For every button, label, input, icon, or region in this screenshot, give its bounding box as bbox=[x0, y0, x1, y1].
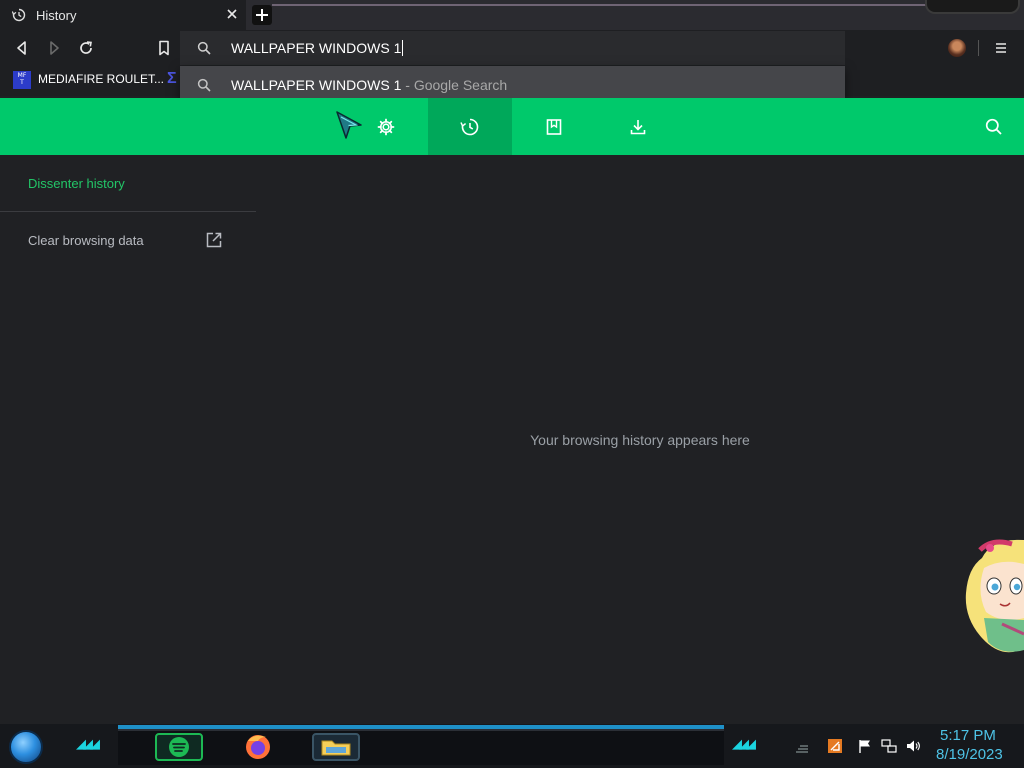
taskbar-frame bbox=[118, 729, 724, 765]
new-tab-button[interactable] bbox=[252, 5, 272, 25]
history-nav-bar bbox=[0, 98, 1024, 155]
text-caret bbox=[402, 40, 404, 56]
volume-icon[interactable] bbox=[905, 738, 921, 754]
spotify-icon bbox=[169, 737, 189, 757]
sidebar-item-dissenter-history[interactable]: Dissenter history bbox=[28, 176, 125, 191]
flag-icon[interactable] bbox=[857, 738, 873, 754]
spotify-taskbar-button[interactable] bbox=[155, 733, 203, 761]
hamburger-menu-icon[interactable] bbox=[994, 41, 1008, 55]
search-icon bbox=[197, 41, 211, 55]
bookmark-item-mediafire[interactable]: MEDIAFIRE ROULET... bbox=[38, 72, 164, 86]
plus-icon bbox=[256, 9, 268, 21]
suggestion-separator: - bbox=[401, 77, 414, 93]
download-icon[interactable] bbox=[628, 117, 648, 137]
start-button[interactable] bbox=[9, 730, 43, 764]
tab-title: History bbox=[36, 8, 77, 23]
toolbar-divider bbox=[978, 40, 979, 56]
bookmark-icon[interactable] bbox=[155, 39, 173, 57]
close-icon[interactable] bbox=[224, 6, 240, 22]
app-tray-icon[interactable] bbox=[827, 738, 843, 754]
gear-icon[interactable] bbox=[376, 117, 396, 137]
profile-avatar[interactable] bbox=[948, 39, 966, 57]
suggestion-source: Google Search bbox=[413, 77, 508, 93]
back-icon[interactable] bbox=[13, 39, 31, 57]
decorative-chevrons-icon: ◢◢◢ bbox=[732, 737, 756, 752]
firefox-icon bbox=[246, 735, 270, 759]
sigma-bookmark-icon[interactable]: Σ bbox=[167, 70, 177, 88]
bookmarks-icon[interactable] bbox=[544, 117, 564, 137]
network-icon[interactable] bbox=[881, 738, 897, 754]
search-icon bbox=[197, 78, 211, 92]
search-icon[interactable] bbox=[984, 117, 1004, 137]
empty-history-message: Your browsing history appears here bbox=[530, 432, 750, 448]
clock-time[interactable]: 5:17 PM bbox=[940, 727, 996, 744]
firefox-taskbar-button[interactable] bbox=[234, 733, 282, 761]
folder-icon bbox=[321, 740, 351, 756]
address-bar[interactable]: WALLPAPER WINDOWS 1 bbox=[180, 31, 845, 65]
external-link-icon[interactable] bbox=[205, 231, 223, 249]
history-content: Your browsing history appears here bbox=[256, 155, 1024, 725]
clock-date[interactable]: 8/19/2023 bbox=[936, 746, 1003, 763]
sidebar-item-clear-browsing-data[interactable]: Clear browsing data bbox=[28, 233, 144, 248]
suggestion-text: WALLPAPER WINDOWS 1 - Google Search bbox=[231, 77, 507, 93]
reload-icon[interactable] bbox=[77, 39, 95, 57]
sidebar-divider bbox=[0, 211, 256, 212]
tab-history[interactable]: History bbox=[0, 0, 246, 30]
show-hidden-icons-icon[interactable] bbox=[794, 740, 810, 756]
tab-strip: History bbox=[0, 0, 1024, 30]
screen: History WALLPAPER WINDOWS 1 MF T MEDIAFI… bbox=[0, 0, 1024, 768]
address-input-text[interactable]: WALLPAPER WINDOWS 1 bbox=[231, 40, 404, 56]
window-decoration bbox=[925, 0, 1020, 14]
tabstrip-decoration bbox=[272, 4, 932, 6]
suggestion-query: WALLPAPER WINDOWS 1 bbox=[231, 77, 402, 93]
history-icon[interactable] bbox=[460, 117, 480, 137]
cartoon-character-sticker bbox=[965, 539, 1024, 653]
mediafire-favicon-icon: MF T bbox=[13, 71, 31, 89]
forward-icon[interactable] bbox=[45, 39, 63, 57]
file-explorer-taskbar-button[interactable] bbox=[312, 733, 360, 761]
mouse-cursor-icon bbox=[336, 111, 362, 139]
decorative-chevrons-icon: ◢◢◢ bbox=[76, 737, 100, 752]
history-icon bbox=[12, 8, 26, 22]
